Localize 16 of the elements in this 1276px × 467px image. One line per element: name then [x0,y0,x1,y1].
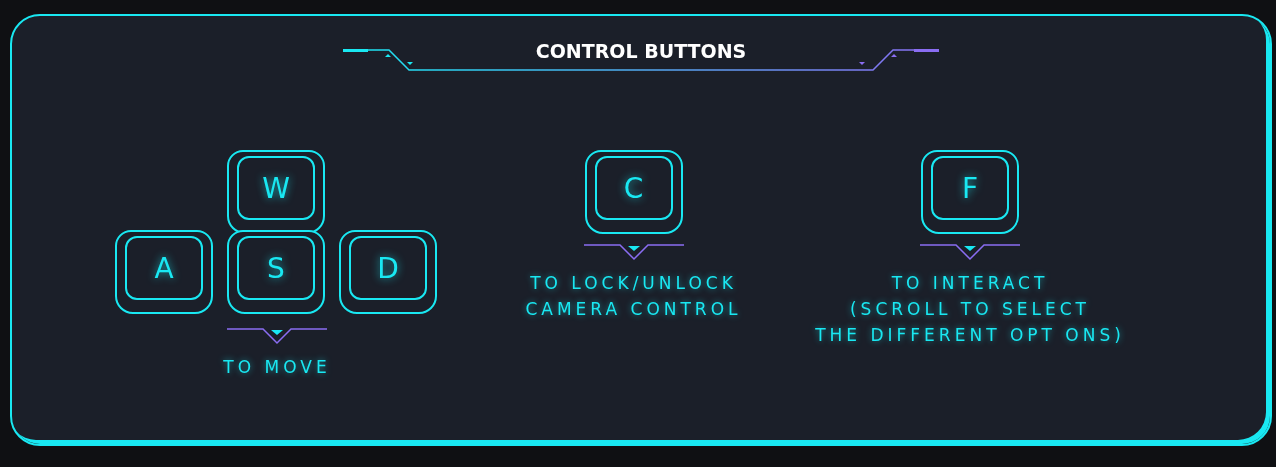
caption-text: TO LOCK/UNLOCK [530,272,737,295]
pointer-marker-icon [583,244,684,262]
keycap: S [227,230,325,314]
keycap: F [921,150,1019,234]
keycap: W [227,150,325,234]
caption-text: TO MOVE [223,356,331,379]
caption-text: TO INTERACT [891,272,1049,295]
caption-text: (SCROLL TO SELECT [850,298,1090,321]
keycap: D [339,230,437,314]
panel-title: CONTROL BUTTONS [535,40,747,62]
keycap: C [584,150,683,234]
pointer-marker-icon [227,328,327,346]
caption-text: THE DIFFERENT OPT ONS) [815,324,1125,347]
pointer-marker-icon [920,244,1020,262]
keycap: A [115,230,213,314]
caption-text: CAMERA CONTROL [525,298,742,321]
